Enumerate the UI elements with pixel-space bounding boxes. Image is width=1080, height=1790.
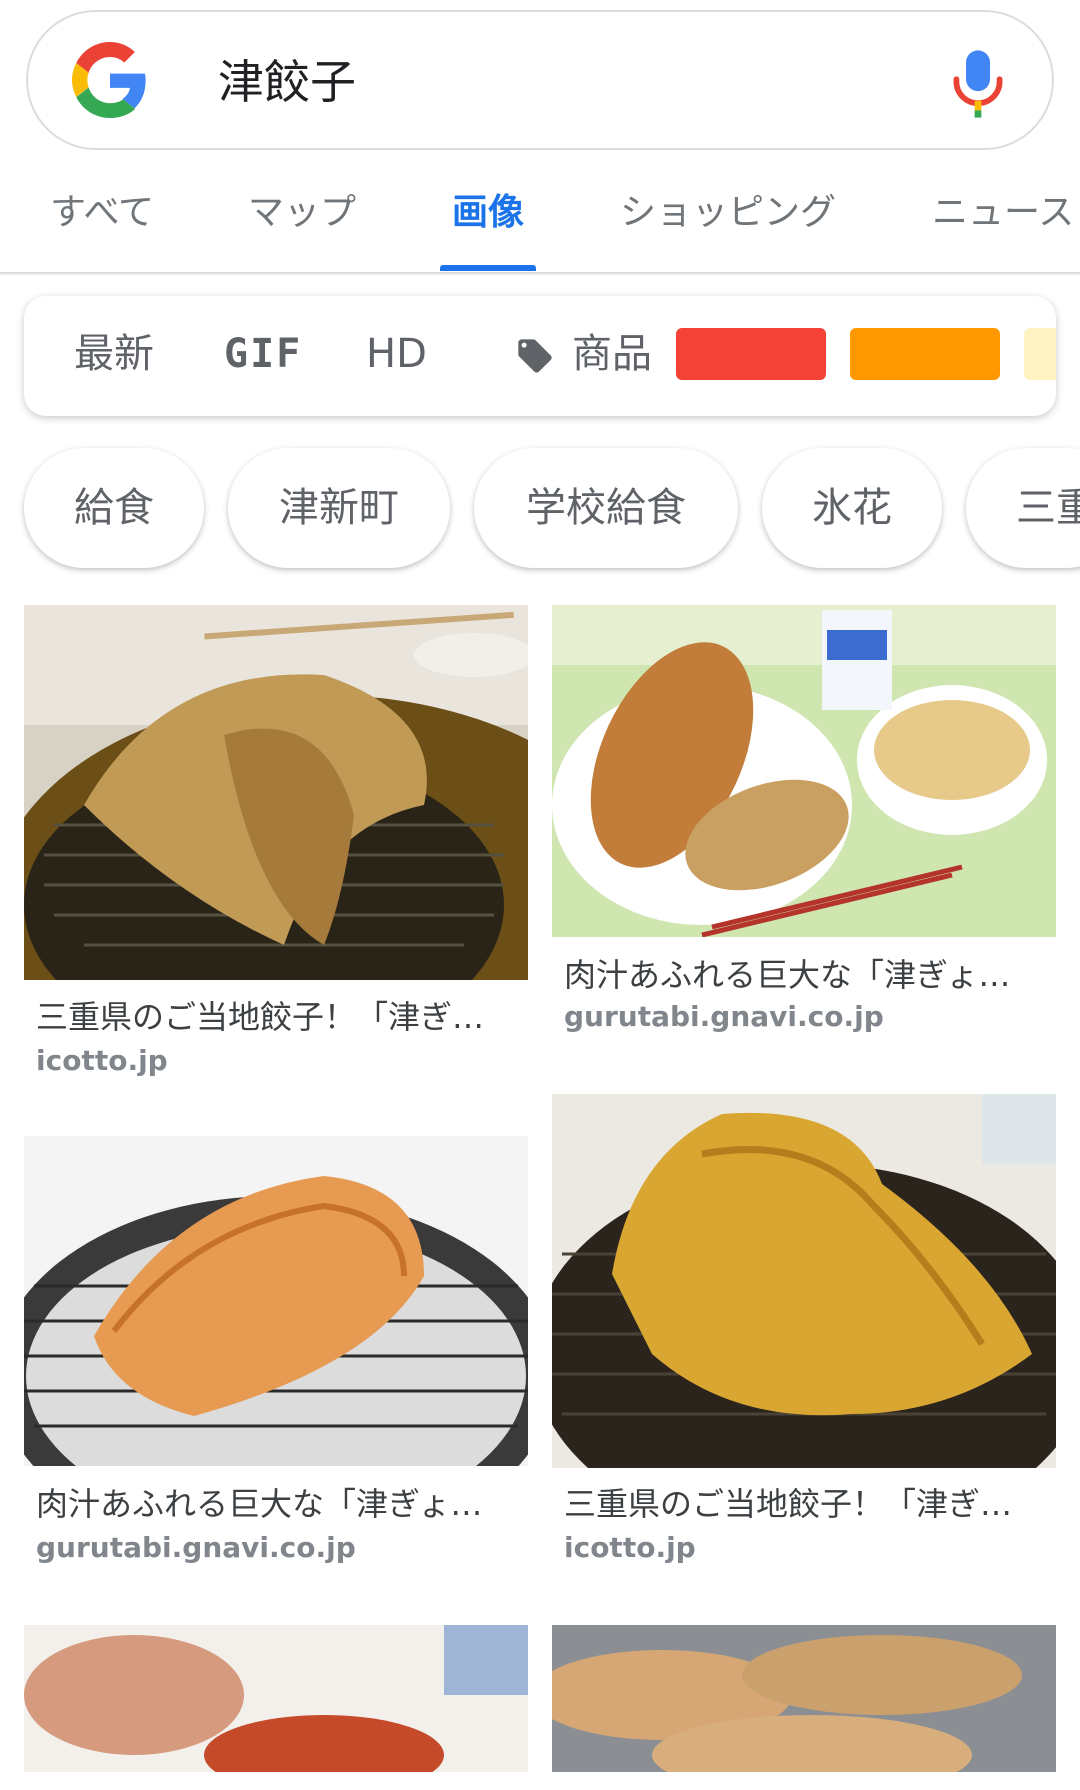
result-thumbnail[interactable]	[24, 1625, 528, 1775]
tabs-divider	[0, 272, 1080, 276]
color-filter-yellow[interactable]	[1024, 328, 1056, 380]
image-result[interactable]: 肉汁あふれる巨大な「津ぎょ… gurutabi.gnavi.co.jp	[552, 605, 1056, 1045]
result-thumbnail[interactable]	[24, 1136, 528, 1466]
result-title: 肉汁あふれる巨大な「津ぎょ…	[36, 1485, 483, 1523]
search-bar[interactable]: 津餃子	[26, 10, 1054, 150]
active-tab-indicator	[440, 265, 536, 271]
bottom-bar	[0, 1772, 1080, 1790]
filter-gif[interactable]: GIF	[224, 328, 302, 380]
chip-kyushoku[interactable]: 給食	[24, 448, 204, 568]
filter-latest[interactable]: 最新	[74, 328, 154, 380]
result-source: gurutabi.gnavi.co.jp	[564, 1000, 884, 1033]
filter-hd[interactable]: HD	[366, 328, 427, 380]
chip-mie[interactable]: 三重	[966, 448, 1080, 568]
result-title: 三重県のご当地餃子！「津ぎ…	[36, 998, 485, 1036]
microphone-icon[interactable]	[948, 48, 1008, 120]
search-tabs: すべて マップ 画像 ショッピング ニュース	[0, 160, 1080, 275]
result-source: gurutabi.gnavi.co.jp	[36, 1531, 356, 1564]
result-thumbnail[interactable]	[552, 1094, 1056, 1468]
related-searches: 給食 津新町 学校給食 氷花 三重	[0, 448, 1080, 573]
filter-bar: 最新 GIF HD 商品	[24, 296, 1056, 416]
color-filter-red[interactable]	[676, 328, 826, 380]
result-thumbnail[interactable]	[24, 605, 528, 980]
tab-all[interactable]: すべて	[50, 188, 154, 238]
image-result[interactable]	[24, 1625, 528, 1775]
tag-icon	[518, 339, 552, 373]
chip-tsushinmachi[interactable]: 津新町	[228, 448, 450, 568]
result-source: icotto.jp	[564, 1531, 696, 1564]
filter-product[interactable]: 商品	[572, 328, 652, 380]
tab-news[interactable]: ニュース	[932, 188, 1074, 238]
tab-shopping[interactable]: ショッピング	[620, 188, 836, 238]
result-title: 肉汁あふれる巨大な「津ぎょ…	[564, 956, 1011, 994]
image-result[interactable]: 三重県のご当地餃子！「津ぎ… icotto.jp	[24, 605, 528, 1085]
result-source: icotto.jp	[36, 1044, 168, 1077]
result-thumbnail[interactable]	[552, 1625, 1056, 1775]
google-logo-icon	[72, 42, 146, 118]
chip-hyoka[interactable]: 氷花	[762, 448, 942, 568]
image-result[interactable]	[552, 1625, 1056, 1775]
result-thumbnail[interactable]	[552, 605, 1056, 937]
color-filter-orange[interactable]	[850, 328, 1000, 380]
result-title: 三重県のご当地餃子！「津ぎ…	[564, 1485, 1013, 1523]
search-input[interactable]: 津餃子	[218, 52, 356, 112]
image-result[interactable]: 肉汁あふれる巨大な「津ぎょ… gurutabi.gnavi.co.jp	[24, 1136, 528, 1566]
tab-images[interactable]: 画像	[452, 188, 524, 238]
tab-maps[interactable]: マップ	[248, 188, 356, 238]
image-result[interactable]: 三重県のご当地餃子！「津ぎ… icotto.jp	[552, 1094, 1056, 1564]
chip-gakko-kyushoku[interactable]: 学校給食	[474, 448, 738, 568]
